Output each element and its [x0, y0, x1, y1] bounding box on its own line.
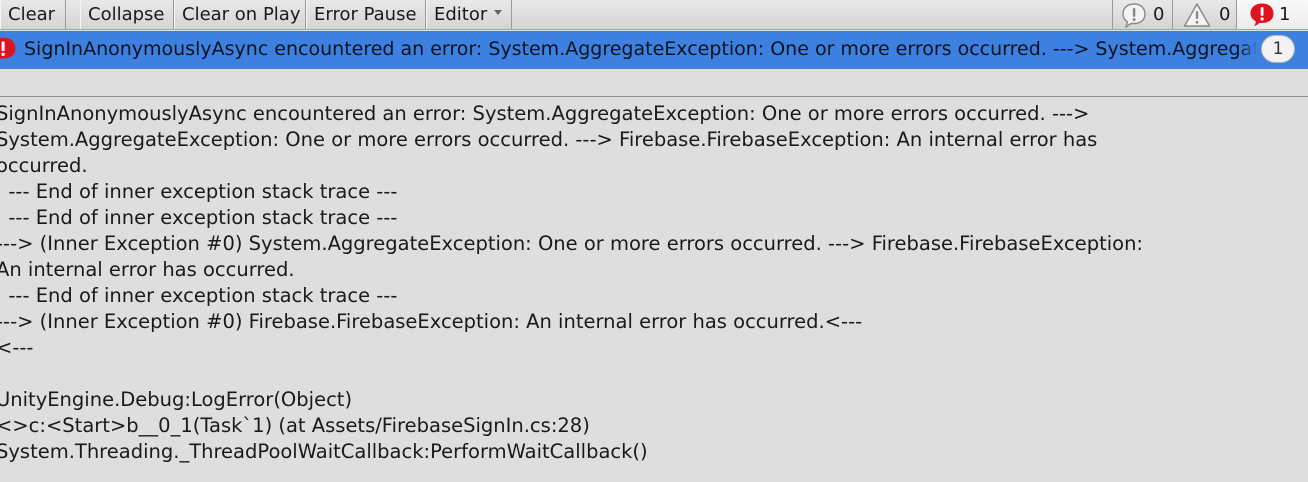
stack-trace-line: <---	[0, 336, 34, 359]
stack-trace-line: ---> (Inner Exception #0) System.Aggrega…	[0, 232, 1143, 255]
stack-trace-panel[interactable]: SignInAnonymouslyAsync encountered an er…	[0, 101, 1296, 465]
clear-button[interactable]: Clear	[0, 0, 66, 29]
stack-trace-line: <>c:<Start>b__0_1(Task`1) (at Assets/Fir…	[0, 414, 590, 437]
stack-trace-line: --- End of inner exception stack trace -…	[0, 284, 398, 307]
log-entry-text: SignInAnonymouslyAsync encountered an er…	[24, 38, 1308, 60]
stack-trace-line: SignInAnonymouslyAsync encountered an er…	[0, 102, 1090, 125]
warning-count-toggle[interactable]: 0	[1172, 0, 1236, 29]
chevron-down-icon	[494, 9, 503, 15]
error-count: 1	[1279, 4, 1291, 25]
error-pause-toggle[interactable]: Error Pause	[306, 0, 426, 29]
console-window: Clear Collapse Clear on Play Error Pause…	[0, 0, 1308, 482]
console-toolbar: Clear Collapse Clear on Play Error Pause…	[0, 0, 1308, 30]
error-icon	[0, 36, 17, 68]
editor-dropdown[interactable]: Editor	[426, 0, 512, 29]
stack-trace-line: UnityEngine.Debug:LogError(Object)	[0, 388, 353, 411]
stack-trace-line: ---> (Inner Exception #0) Firebase.Fireb…	[0, 310, 863, 333]
log-entry-selected[interactable]: SignInAnonymouslyAsync encountered an er…	[0, 31, 1308, 69]
stack-trace-line: System.AggregateException: One or more e…	[0, 128, 1098, 151]
log-count-toggle[interactable]: 0	[1112, 0, 1172, 29]
collapse-count-badge: 1	[1261, 35, 1295, 63]
log-count: 0	[1153, 4, 1165, 25]
details-splitter[interactable]	[0, 96, 1308, 97]
editor-dropdown-label: Editor	[434, 4, 488, 25]
clear-on-play-toggle[interactable]: Clear on Play	[174, 0, 306, 29]
stack-trace-line: System.Threading._ThreadPoolWaitCallback…	[0, 440, 648, 463]
stack-trace-line	[0, 361, 1296, 387]
error-count-toggle[interactable]: 1	[1236, 0, 1308, 29]
warning-count: 0	[1219, 4, 1231, 25]
stack-trace-line: An internal error has occurred.	[0, 258, 295, 281]
toolbar-separator	[66, 0, 74, 29]
stack-trace-line: --- End of inner exception stack trace -…	[0, 180, 398, 203]
collapse-toggle[interactable]: Collapse	[80, 0, 174, 29]
stack-trace-line: occurred.	[0, 154, 88, 177]
stack-trace-line: --- End of inner exception stack trace -…	[0, 206, 398, 229]
